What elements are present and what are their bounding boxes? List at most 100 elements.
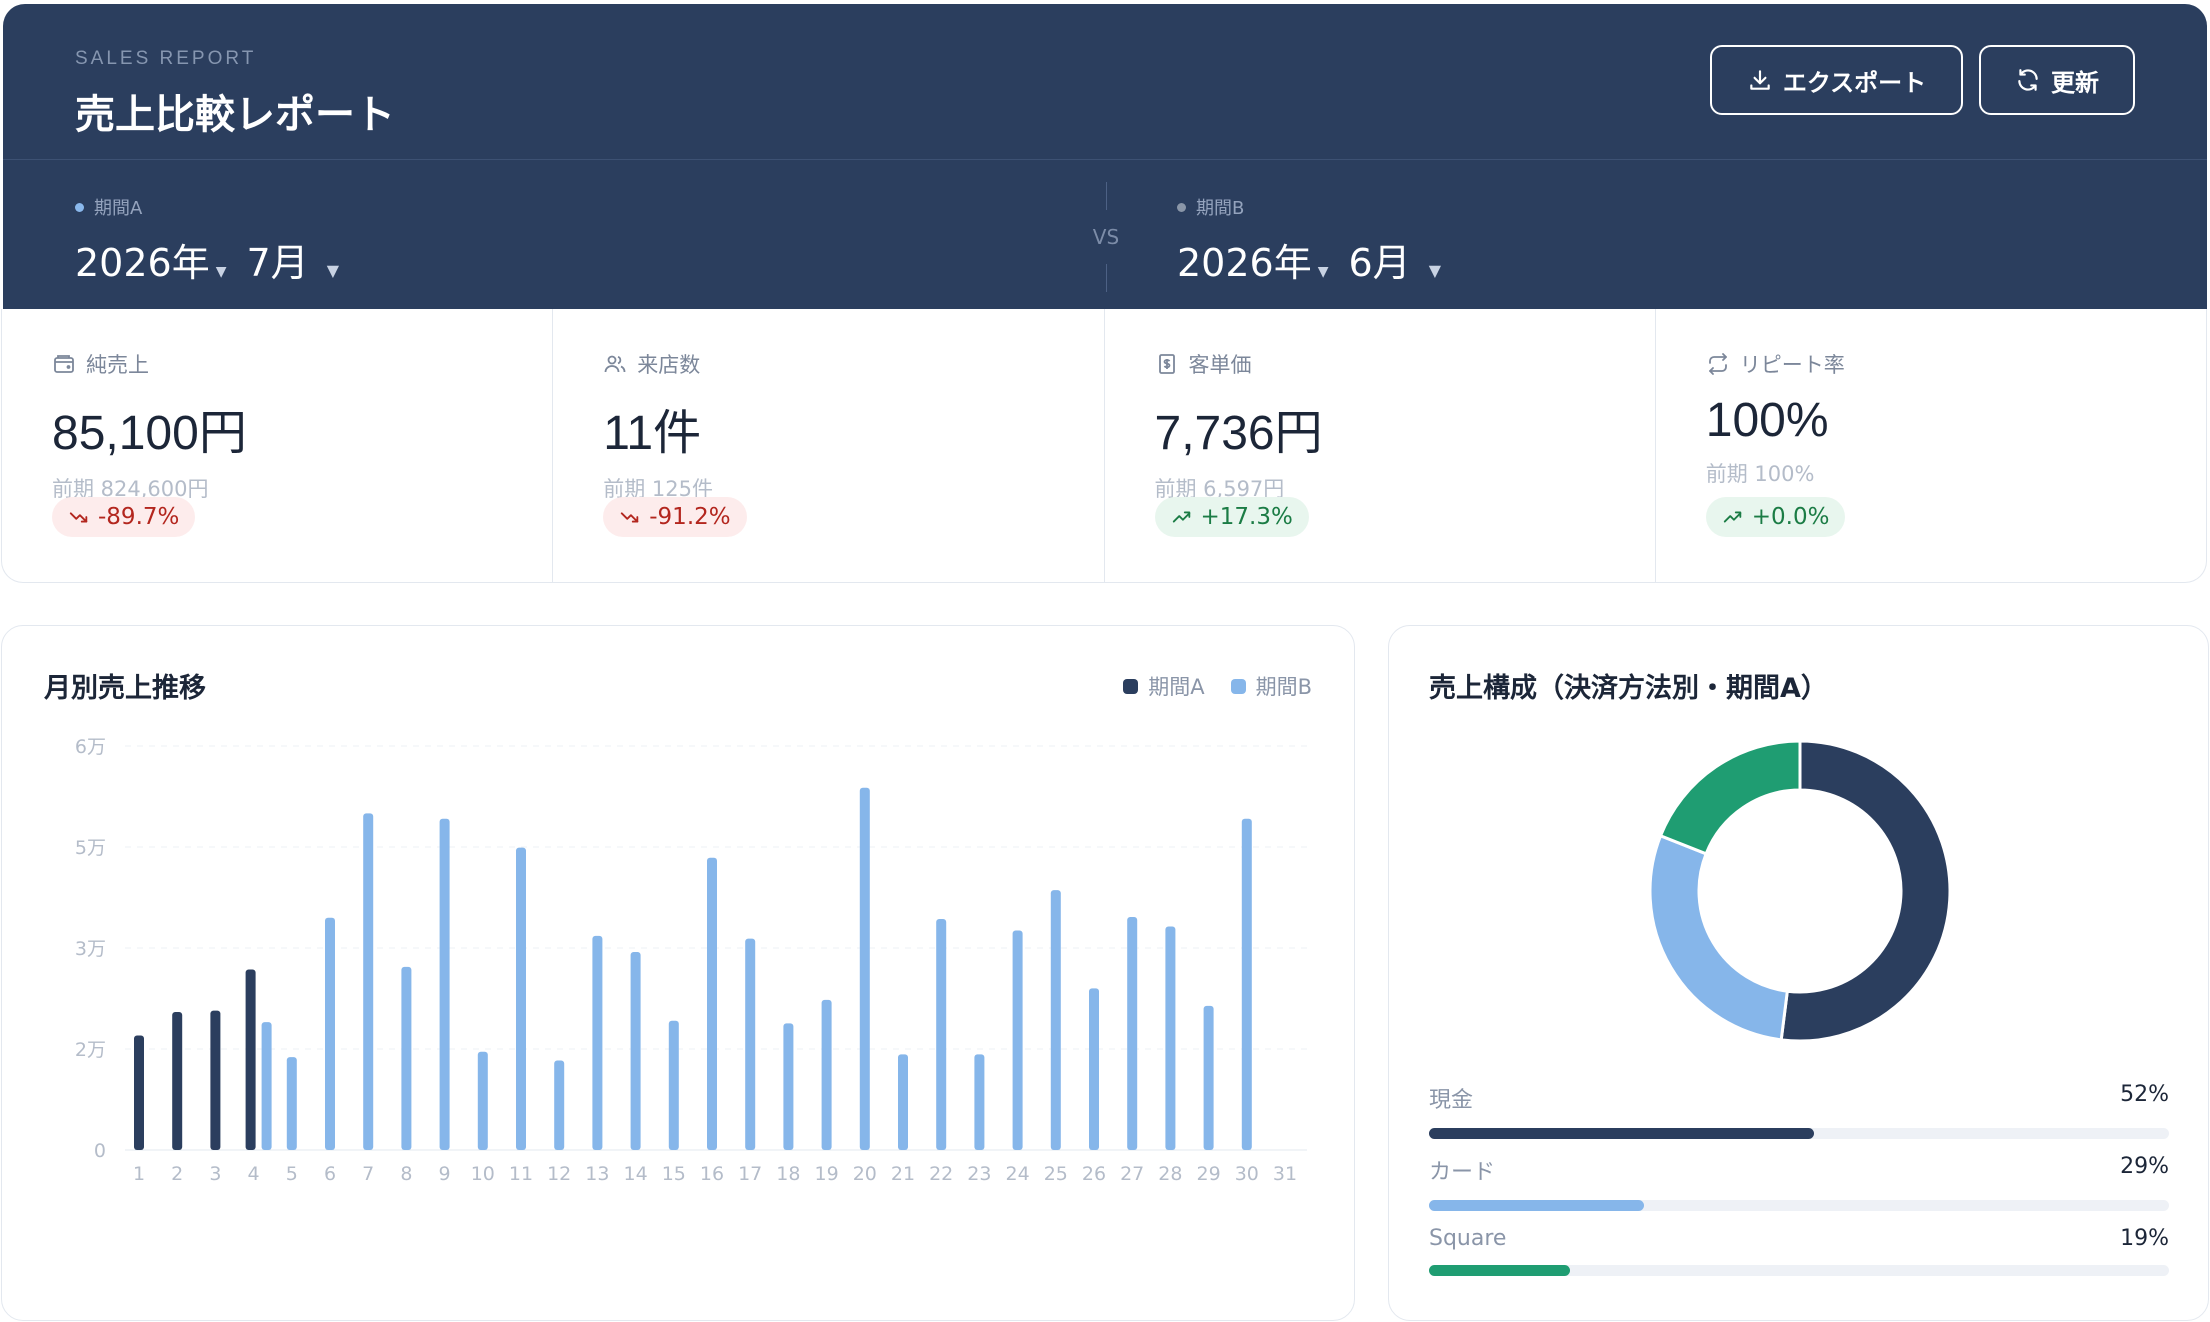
export-button[interactable]: エクスポート xyxy=(1710,45,1963,115)
bar-period-b xyxy=(401,966,412,1150)
x-tick-label: 9 xyxy=(439,1163,451,1185)
bar-period-b xyxy=(325,917,335,1150)
page-title: 売上比較レポート xyxy=(75,92,395,138)
bar-period-b xyxy=(286,1057,297,1150)
refresh-button[interactable]: 更新 xyxy=(1979,45,2135,115)
donut-slice xyxy=(1779,739,1952,1043)
y-tick-label: 6万 xyxy=(75,736,106,758)
x-tick-label: 20 xyxy=(853,1163,877,1185)
x-tick-label: 21 xyxy=(891,1163,915,1185)
x-tick-label: 11 xyxy=(509,1163,533,1185)
legend-item-period-a: 期間A xyxy=(1123,671,1205,701)
x-tick-label: 18 xyxy=(776,1163,800,1185)
chevron-down-icon: ▼ xyxy=(215,264,227,280)
bar-period-b xyxy=(1203,1005,1214,1150)
period-a-year-select[interactable]: 2026年 ▼ xyxy=(75,232,233,287)
kpi-change-badge: -91.2% xyxy=(603,497,747,537)
bar-period-b xyxy=(516,847,526,1150)
bar-period-b xyxy=(630,952,641,1150)
vs-line-top xyxy=(1105,182,1107,210)
x-tick-label: 8 xyxy=(400,1163,412,1185)
trend-up-icon xyxy=(1723,511,1741,523)
bar-period-b xyxy=(898,1054,908,1150)
trend-up-icon xyxy=(1172,511,1190,523)
payment-progress-track xyxy=(1429,1128,2169,1139)
bar-period-b xyxy=(1050,890,1061,1150)
payment-row-cash: 現金 52% xyxy=(1429,1082,2169,1139)
payment-progress-fill xyxy=(1429,1265,1570,1276)
kpi-card-repeat-rate: リピート率 100% 前期 100% +0.0% xyxy=(1656,309,2206,582)
bar-period-b xyxy=(745,938,756,1150)
kpi-change-value: -89.7% xyxy=(98,504,180,530)
payment-progress-track xyxy=(1429,1265,2169,1276)
kpi-previous: 前期 100% xyxy=(1705,462,1815,486)
x-tick-label: 19 xyxy=(815,1163,839,1185)
x-tick-label: 5 xyxy=(286,1163,298,1185)
bar-period-b xyxy=(363,813,374,1150)
bar-period-b xyxy=(1165,926,1176,1150)
monthly-sales-chart: 02万3万5万6万1 2 3 4 5 6 7 8 9 10 11 12 13 14 15 16 17 18 19 20… xyxy=(75,736,1307,1185)
legend-swatch xyxy=(1230,678,1246,694)
bar-period-b xyxy=(783,1023,794,1150)
period-b-label-row: 期間B xyxy=(1177,194,1441,220)
period-b-label: 期間B xyxy=(1196,198,1245,219)
period-a-month-select[interactable]: 7月 ▼ xyxy=(247,232,340,287)
kpi-label: リピート率 xyxy=(1739,353,1845,377)
payment-percent: 29% xyxy=(2120,1154,2169,1179)
x-tick-label: 23 xyxy=(967,1163,991,1185)
trend-down-icon xyxy=(69,512,88,523)
kpi-change-badge: +17.3% xyxy=(1154,497,1309,537)
kpi-value: 100% xyxy=(1705,394,1829,447)
period-b-year: 2026年 xyxy=(1177,241,1312,285)
x-tick-label: 6 xyxy=(324,1163,336,1185)
period-b-month-select[interactable]: 6月 ▼ xyxy=(1349,232,1442,287)
y-tick-label: 2万 xyxy=(75,1039,106,1061)
kpi-change-value: +0.0% xyxy=(1751,504,1830,530)
users-icon xyxy=(604,355,626,373)
kpi-card-avg-spend: 客単価 7,736円 前期 6,597円 +17.3% xyxy=(1105,309,1656,582)
y-tick-label: 3万 xyxy=(75,938,106,960)
bar-period-b xyxy=(1127,917,1138,1150)
donut-slice xyxy=(1648,833,1790,1042)
header-eyebrow: SALES REPORT xyxy=(75,48,257,69)
payment-row-head: 現金 52% xyxy=(1429,1082,2169,1114)
bar-period-a xyxy=(245,969,256,1150)
period-a-values: 2026年 ▼ 7月 ▼ xyxy=(75,232,339,287)
kpi-label: 純売上 xyxy=(86,353,149,377)
bar-period-a xyxy=(172,1011,183,1150)
payment-progress-track xyxy=(1429,1200,2169,1211)
payment-percent: 52% xyxy=(2120,1082,2169,1107)
trend-down-icon xyxy=(621,512,639,523)
kpi-change-value: -91.2% xyxy=(649,504,731,530)
donut-slice xyxy=(1658,739,1802,856)
x-tick-label: 14 xyxy=(624,1163,648,1185)
x-tick-label: 15 xyxy=(662,1163,686,1185)
period-a-year: 2026年 xyxy=(75,241,210,285)
bar-period-b xyxy=(592,935,603,1150)
payment-row-head: Square 19% xyxy=(1429,1226,2169,1251)
payment-name: Square xyxy=(1429,1226,1507,1251)
legend-label: 期間A xyxy=(1148,675,1205,699)
payment-progress-fill xyxy=(1429,1128,1814,1139)
payment-row-square: Square 19% xyxy=(1429,1226,2169,1276)
payment-composition-card: 売上構成（決済方法別・期間A） 現金 52% カード 29% Square 19… xyxy=(1388,625,2209,1321)
x-tick-label: 17 xyxy=(738,1163,762,1185)
kpi-label-row: 客単価 xyxy=(1155,349,1655,379)
receipt-icon xyxy=(1158,354,1175,374)
period-b-year-select[interactable]: 2026年 ▼ xyxy=(1177,232,1335,287)
x-tick-label: 2 xyxy=(171,1163,183,1185)
bar-period-b xyxy=(554,1060,565,1150)
legend-label: 期間B xyxy=(1255,675,1312,699)
x-tick-label: 3 xyxy=(209,1163,221,1185)
period-a-label: 期間A xyxy=(94,198,143,219)
payment-progress-fill xyxy=(1429,1200,1644,1211)
payment-donut-chart xyxy=(1648,739,1952,1043)
x-tick-label: 7 xyxy=(362,1163,374,1185)
chevron-down-icon: ▼ xyxy=(1428,261,1441,280)
refresh-icon xyxy=(2018,69,2038,91)
bar-period-a xyxy=(134,1035,144,1150)
x-tick-label: 28 xyxy=(1158,1163,1182,1185)
period-a-label-row: 期間A xyxy=(75,194,339,220)
x-tick-label: 30 xyxy=(1235,1163,1259,1185)
period-a-dot xyxy=(75,202,84,212)
